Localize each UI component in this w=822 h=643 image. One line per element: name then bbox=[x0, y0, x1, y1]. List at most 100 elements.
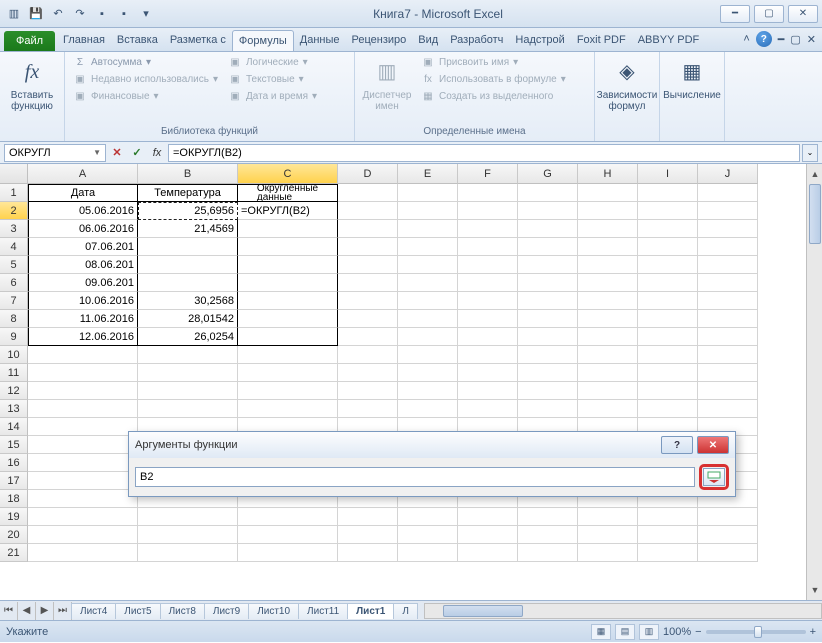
ribbon-tab-5[interactable]: Рецензиро bbox=[346, 30, 413, 51]
col-header-F[interactable]: F bbox=[458, 164, 518, 184]
cell[interactable] bbox=[698, 202, 758, 220]
formula-input[interactable]: =ОКРУГЛ(B2) bbox=[168, 144, 800, 162]
hscroll-thumb[interactable] bbox=[443, 605, 523, 617]
cell[interactable] bbox=[138, 544, 238, 562]
cell[interactable] bbox=[458, 346, 518, 364]
cell[interactable] bbox=[638, 202, 698, 220]
dialog-titlebar[interactable]: Аргументы функции ? ✕ bbox=[129, 432, 735, 458]
sheet-tab-Лист5[interactable]: Лист5 bbox=[115, 603, 160, 619]
scroll-up-icon[interactable]: ▲ bbox=[807, 166, 822, 182]
cell[interactable] bbox=[638, 220, 698, 238]
scroll-down-icon[interactable]: ▼ bbox=[807, 582, 822, 598]
cell[interactable]: 05.06.2016 bbox=[28, 202, 138, 220]
cell[interactable]: 30,2568 bbox=[138, 292, 238, 310]
view-page-layout-icon[interactable]: ▤ bbox=[615, 624, 635, 640]
cell[interactable]: Округленныеданные bbox=[238, 184, 338, 202]
ribbon-tab-3[interactable]: Формулы bbox=[232, 30, 294, 51]
row-header-16[interactable]: 16 bbox=[0, 454, 28, 472]
cell[interactable] bbox=[338, 526, 398, 544]
cell[interactable] bbox=[28, 346, 138, 364]
cell[interactable] bbox=[638, 292, 698, 310]
row-header-10[interactable]: 10 bbox=[0, 346, 28, 364]
cell[interactable] bbox=[698, 328, 758, 346]
cell[interactable] bbox=[518, 346, 578, 364]
zoom-in-button[interactable]: + bbox=[810, 626, 816, 638]
horizontal-scrollbar[interactable] bbox=[424, 603, 822, 619]
cell[interactable] bbox=[698, 310, 758, 328]
cell[interactable]: 28,01542 bbox=[138, 310, 238, 328]
redo-icon[interactable]: ↷ bbox=[70, 4, 90, 24]
row-header-1[interactable]: 1 bbox=[0, 184, 28, 202]
cell[interactable] bbox=[578, 328, 638, 346]
cell[interactable]: 25,6956 bbox=[138, 202, 238, 220]
ribbon-tab-1[interactable]: Вставка bbox=[111, 30, 164, 51]
cell[interactable] bbox=[238, 292, 338, 310]
name-box[interactable]: ОКРУГЛ▼ bbox=[4, 144, 106, 162]
cell[interactable] bbox=[458, 220, 518, 238]
row-header-5[interactable]: 5 bbox=[0, 256, 28, 274]
cell[interactable] bbox=[698, 274, 758, 292]
cell[interactable] bbox=[238, 256, 338, 274]
cells-area[interactable]: ДатаТемператураОкругленныеданные05.06.20… bbox=[28, 184, 806, 600]
row-header-13[interactable]: 13 bbox=[0, 400, 28, 418]
cell[interactable] bbox=[578, 220, 638, 238]
cell[interactable] bbox=[698, 364, 758, 382]
assign-name-button[interactable]: ▣Присвоить имя ▾ bbox=[417, 54, 570, 70]
cell[interactable] bbox=[638, 274, 698, 292]
cell[interactable] bbox=[338, 292, 398, 310]
cell[interactable] bbox=[338, 238, 398, 256]
text-button[interactable]: ▣Текстовые ▾ bbox=[224, 71, 321, 87]
cell[interactable] bbox=[458, 202, 518, 220]
cell[interactable] bbox=[698, 346, 758, 364]
cell[interactable] bbox=[518, 328, 578, 346]
insert-function-icon[interactable]: fx bbox=[148, 144, 166, 162]
cell[interactable] bbox=[518, 220, 578, 238]
cell[interactable] bbox=[638, 400, 698, 418]
cell[interactable] bbox=[518, 400, 578, 418]
cell[interactable] bbox=[238, 364, 338, 382]
col-header-B[interactable]: B bbox=[138, 164, 238, 184]
col-header-A[interactable]: A bbox=[28, 164, 138, 184]
vertical-scrollbar[interactable]: ▲ ▼ bbox=[806, 164, 822, 600]
autosum-button[interactable]: ΣАвтосумма ▾ bbox=[69, 54, 222, 70]
cell[interactable] bbox=[28, 508, 138, 526]
cell[interactable] bbox=[138, 400, 238, 418]
cell[interactable]: Дата bbox=[28, 184, 138, 202]
logical-button[interactable]: ▣Логические ▾ bbox=[224, 54, 321, 70]
cell[interactable] bbox=[458, 526, 518, 544]
cell[interactable] bbox=[338, 544, 398, 562]
cell[interactable] bbox=[698, 256, 758, 274]
dialog-close-button[interactable]: ✕ bbox=[697, 436, 729, 454]
cell[interactable] bbox=[238, 382, 338, 400]
cell[interactable]: 06.06.2016 bbox=[28, 220, 138, 238]
cell[interactable] bbox=[138, 508, 238, 526]
cell[interactable] bbox=[458, 238, 518, 256]
cell[interactable] bbox=[338, 364, 398, 382]
cell[interactable] bbox=[398, 256, 458, 274]
qat-btn-2[interactable]: ▪ bbox=[114, 4, 134, 24]
sheet-tab-Лист8[interactable]: Лист8 bbox=[160, 603, 205, 619]
cell[interactable] bbox=[458, 508, 518, 526]
cell[interactable] bbox=[698, 292, 758, 310]
cell[interactable] bbox=[638, 184, 698, 202]
cell[interactable] bbox=[238, 310, 338, 328]
cell[interactable] bbox=[28, 382, 138, 400]
cell[interactable] bbox=[638, 238, 698, 256]
cell[interactable] bbox=[238, 544, 338, 562]
accept-icon[interactable]: ✓ bbox=[128, 144, 146, 162]
cell[interactable] bbox=[458, 364, 518, 382]
cell[interactable] bbox=[28, 472, 138, 490]
cell[interactable] bbox=[518, 256, 578, 274]
sheet-tab-Лист4[interactable]: Лист4 bbox=[71, 603, 116, 619]
cell[interactable]: 26,0254 bbox=[138, 328, 238, 346]
row-header-9[interactable]: 9 bbox=[0, 328, 28, 346]
vscroll-thumb[interactable] bbox=[809, 184, 821, 244]
cell[interactable] bbox=[398, 202, 458, 220]
sheet-tab-Лист10[interactable]: Лист10 bbox=[248, 603, 299, 619]
cell[interactable] bbox=[28, 418, 138, 436]
cell[interactable] bbox=[138, 238, 238, 256]
cell[interactable] bbox=[578, 292, 638, 310]
cell[interactable] bbox=[518, 274, 578, 292]
cell[interactable] bbox=[28, 544, 138, 562]
col-header-J[interactable]: J bbox=[698, 164, 758, 184]
